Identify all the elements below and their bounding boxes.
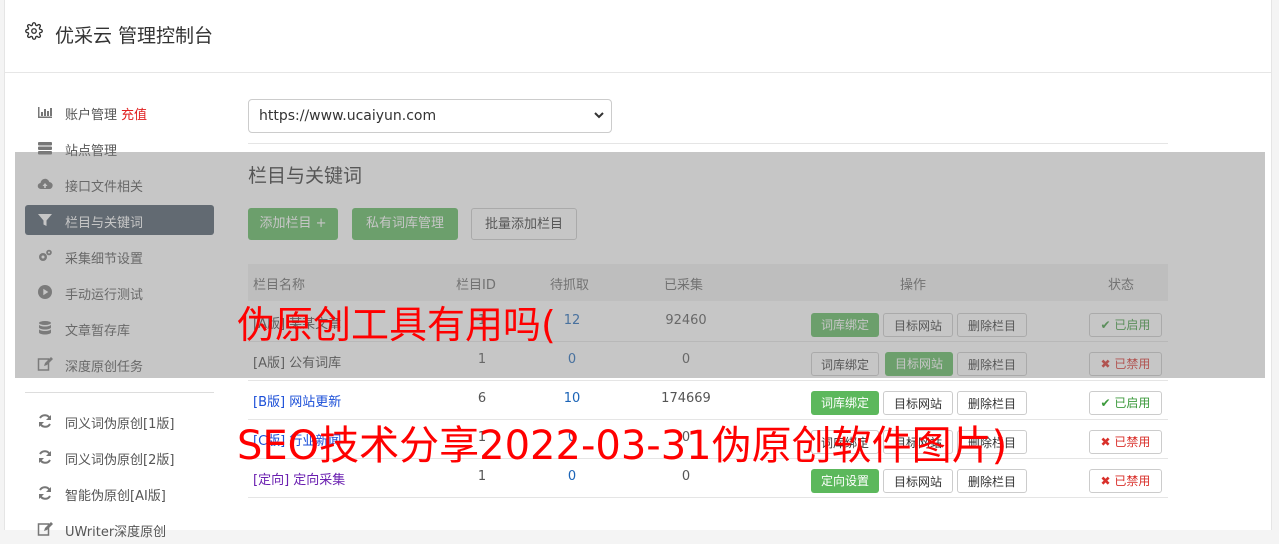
- site-select-value: https://www.ucaiyun.com: [259, 108, 437, 124]
- row-id: 1: [477, 469, 487, 484]
- status-label: 已启用: [1114, 396, 1151, 410]
- edit-icon: [37, 522, 53, 536]
- delete-column-button[interactable]: 删除栏目: [957, 391, 1027, 415]
- row-name[interactable]: [定向] 定向采集: [253, 469, 345, 488]
- site-select[interactable]: https://www.ucaiyun.com: [248, 99, 612, 133]
- watermark-line-2: SEO技术分享2022-03-31伪原创软件图片): [237, 423, 1008, 469]
- row-collected: 0: [681, 469, 691, 484]
- sidebar-item-account[interactable]: 账户管理 充值: [25, 97, 214, 127]
- bar-chart-icon: [38, 107, 52, 118]
- sidebar-item-label: 同义词伪原创[2版]: [65, 453, 175, 468]
- sidebar-item-label: 智能伪原创[AI版]: [65, 489, 166, 504]
- recharge-link[interactable]: 充值: [121, 108, 147, 123]
- sidebar-item-label: UWriter深度原创: [65, 525, 167, 540]
- row-collected: 174669: [661, 391, 711, 406]
- row-pending: 10: [563, 391, 581, 406]
- row-name[interactable]: [B版] 网站更新: [253, 391, 341, 410]
- sidebar-item-ai-rewrite[interactable]: 智能伪原创[AI版]: [25, 478, 214, 508]
- sidebar-item-label: 账户管理: [65, 108, 118, 123]
- status-label: 已禁用: [1114, 435, 1151, 449]
- row-id: 6: [477, 391, 487, 406]
- sidebar-item-synonym-v1[interactable]: 同义词伪原创[1版]: [25, 406, 214, 436]
- divider: [248, 143, 1168, 144]
- sidebar-item-synonym-v2[interactable]: 同义词伪原创[2版]: [25, 442, 214, 472]
- directed-settings-button[interactable]: 定向设置: [811, 469, 879, 493]
- watermark-line-1: 伪原创工具有用吗(: [237, 303, 556, 347]
- bind-lexicon-button[interactable]: 词库绑定: [811, 391, 879, 415]
- sidebar-item-label: 同义词伪原创[1版]: [65, 417, 175, 432]
- delete-column-button[interactable]: 删除栏目: [957, 469, 1027, 493]
- sidebar-divider: [25, 392, 214, 393]
- page-header: 优采云 管理控制台: [5, 0, 1271, 73]
- gray-overlay: [15, 152, 1265, 378]
- status-label: 已禁用: [1114, 474, 1151, 488]
- refresh-icon: [39, 414, 51, 428]
- chevron-down-icon: [594, 112, 604, 119]
- target-site-button[interactable]: 目标网站: [883, 469, 953, 493]
- row-pending: 0: [567, 469, 577, 484]
- refresh-icon: [39, 486, 51, 500]
- gear-icon: [25, 22, 43, 40]
- sidebar-item-uwriter[interactable]: UWriter深度原创: [25, 514, 214, 544]
- status-toggle[interactable]: ✖ 已禁用: [1089, 430, 1162, 454]
- status-toggle[interactable]: ✔ 已启用: [1089, 391, 1162, 415]
- page-title: 优采云 管理控制台: [55, 25, 214, 47]
- target-site-button[interactable]: 目标网站: [883, 391, 953, 415]
- status-toggle[interactable]: ✖ 已禁用: [1089, 469, 1162, 493]
- refresh-icon: [39, 450, 51, 464]
